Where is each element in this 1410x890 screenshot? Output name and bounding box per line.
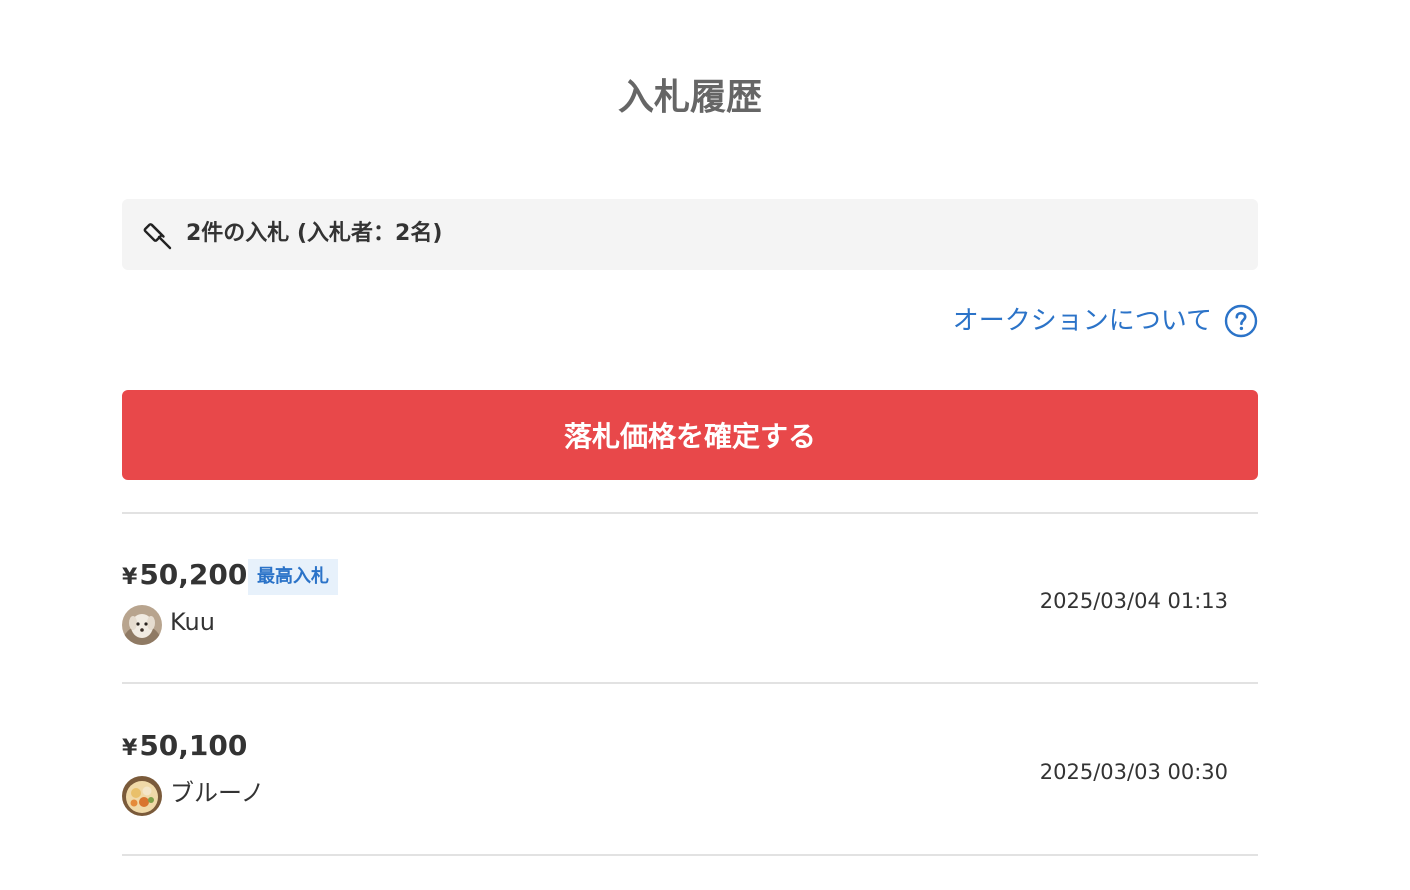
divider (122, 682, 1258, 684)
bidder-avatar (122, 776, 162, 816)
confirm-winning-price-button[interactable]: 落札価格を確定する (122, 390, 1258, 480)
about-auction-label[interactable]: オークションについて (953, 303, 1212, 339)
bid-amount-value: 50,200 (139, 558, 248, 591)
page-title: 入札履歴 (617, 77, 762, 119)
bid-amount-value: 50,100 (139, 729, 248, 762)
about-auction-link[interactable]: オークションについて (953, 303, 1258, 339)
gavel-icon (143, 223, 172, 250)
bid-row: ¥50,100 ブルーノ 2025/03/03 00:30 (122, 685, 1258, 853)
bid-row: ¥50,200 最高入札 Kuu 2025/03/04 01:13 (122, 514, 1258, 682)
bid-timestamp: 2025/03/03 00:30 (1039, 760, 1228, 784)
bidder-avatar (122, 605, 162, 645)
bid-timestamp: 2025/03/04 01:13 (1039, 589, 1228, 613)
divider (122, 854, 1258, 856)
bid-amount: ¥50,200 (122, 557, 247, 596)
bidder-name[interactable]: ブルーノ (170, 777, 265, 809)
bid-amount: ¥50,100 (122, 728, 247, 767)
currency-symbol: ¥ (122, 736, 138, 761)
highest-bid-badge: 最高入札 (248, 559, 338, 595)
bid-count-text: 2件の入札 (入札者：2名) (186, 221, 443, 246)
question-circle-icon[interactable] (1224, 304, 1258, 338)
currency-symbol: ¥ (122, 565, 138, 590)
bid-summary: 2件の入札 (入札者：2名) (122, 199, 1258, 270)
bidder-name[interactable]: Kuu (170, 606, 215, 638)
